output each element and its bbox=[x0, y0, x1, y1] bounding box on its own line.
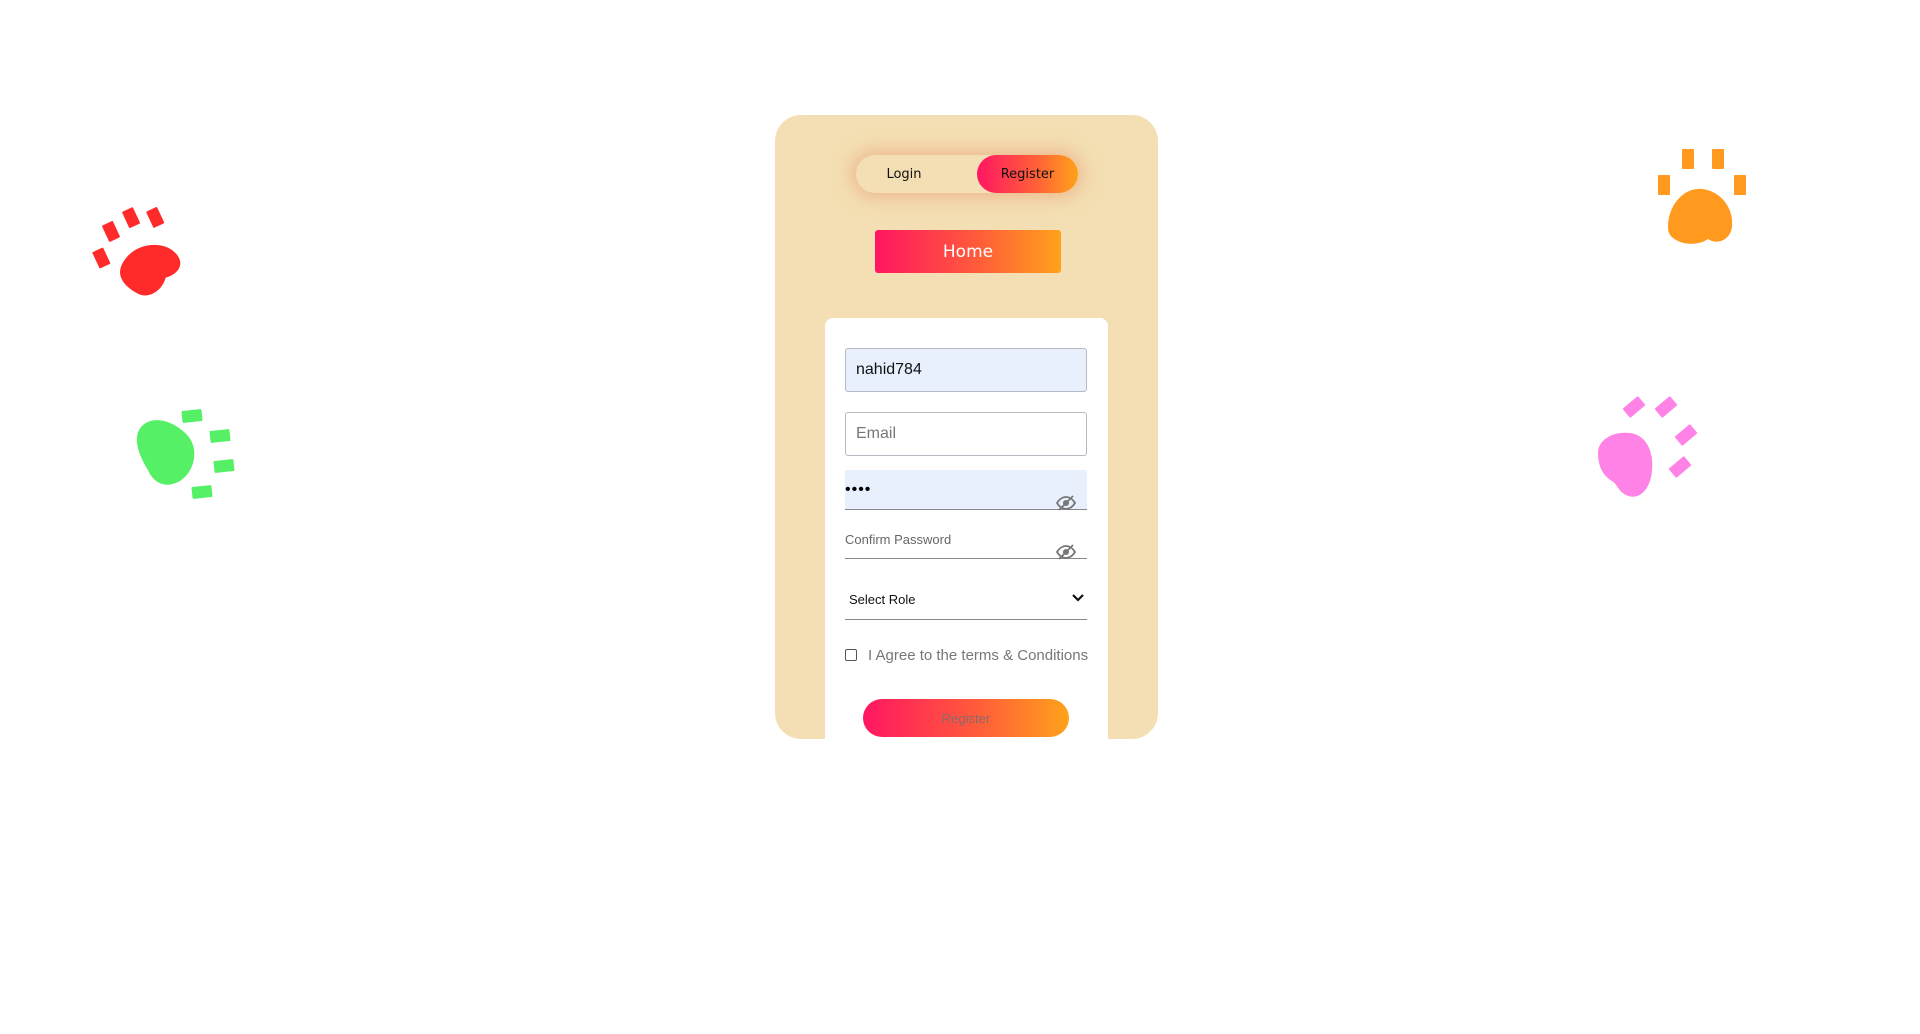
eye-slash-icon[interactable] bbox=[1055, 494, 1077, 512]
orange-paw-icon bbox=[1648, 145, 1758, 251]
register-form: Select Role I Agree to the terms & Condi… bbox=[825, 318, 1108, 739]
login-tab[interactable]: Login bbox=[856, 155, 952, 193]
role-select[interactable]: Select Role bbox=[845, 580, 1087, 620]
register-submit-button[interactable]: Register bbox=[863, 699, 1069, 737]
email-input[interactable] bbox=[845, 412, 1087, 456]
home-button[interactable]: Home bbox=[875, 230, 1061, 273]
terms-label: I Agree to the terms & Conditions bbox=[868, 647, 1089, 664]
red-paw-icon bbox=[80, 192, 200, 310]
register-tab[interactable]: Register bbox=[977, 155, 1078, 193]
terms-checkbox[interactable] bbox=[845, 649, 857, 661]
auth-card: Login Register Home Select Role bbox=[775, 115, 1158, 739]
green-paw-icon bbox=[128, 404, 250, 508]
pink-paw-icon bbox=[1590, 395, 1710, 505]
auth-toggle: Login Register bbox=[856, 155, 1078, 193]
eye-slash-icon[interactable] bbox=[1055, 543, 1077, 561]
confirm-password-input[interactable] bbox=[845, 519, 1087, 559]
chevron-down-icon bbox=[1072, 594, 1084, 602]
role-select-value: Select Role bbox=[849, 592, 916, 607]
username-input[interactable] bbox=[845, 348, 1087, 392]
password-input[interactable] bbox=[845, 470, 1087, 510]
